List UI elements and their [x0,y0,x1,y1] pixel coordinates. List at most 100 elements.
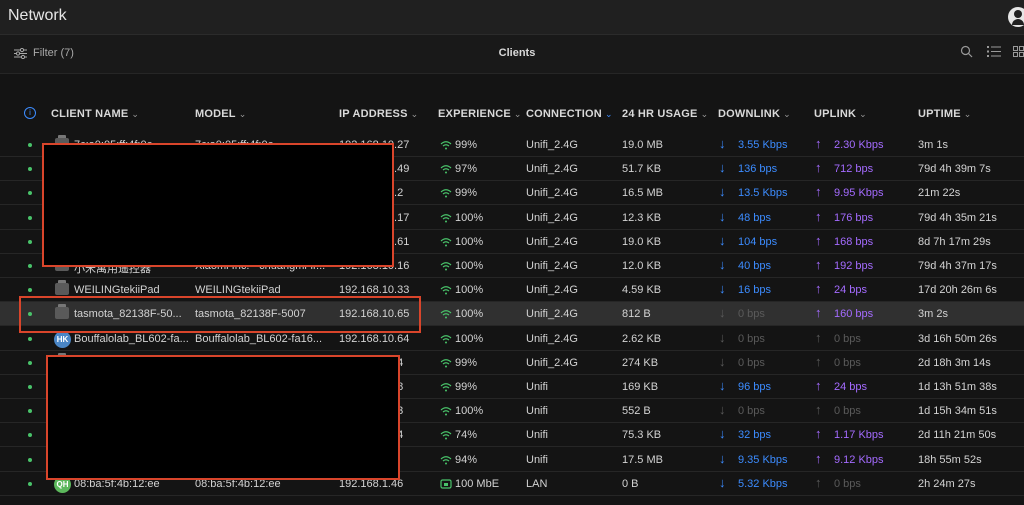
client-connection: Unifi [526,405,549,418]
uplink-arrow-icon: ↑ [815,474,822,490]
column-header-ip-address[interactable]: IP ADDRESS ⌄ [339,108,418,120]
client-connection: Unifi_2.4G [526,260,578,272]
column-header-label: CLIENT NAME [51,108,129,120]
client-experience: 100% [455,308,484,321]
client-downlink: 0 bps [738,308,765,321]
client-uplink: 176 bps [834,211,874,224]
client-uplink: 0 bps [834,477,861,490]
top-bar: Network [0,0,1024,35]
chevron-down-icon: ⌄ [700,109,709,119]
column-header-24-hr-usage[interactable]: 24 HR USAGE ⌄ [622,108,708,120]
client-downlink: 0 bps [738,405,765,418]
client-24hr-usage: 0 B [622,477,639,490]
client-uptime: 3m 2s [918,308,948,321]
column-header-connection[interactable]: CONNECTION ⌄ [526,108,613,120]
wifi-icon [440,141,452,150]
column-header-experience[interactable]: EXPERIENCE ⌄ [438,108,522,120]
client-ip-address: 192.168.10.64 [339,332,410,345]
client-uplink: 168 bps [834,235,874,248]
chevron-down-icon: ⌄ [238,109,247,119]
search-icon[interactable] [960,45,973,58]
client-experience: 74% [455,429,478,442]
online-status-dot [28,264,32,268]
client-connection: LAN [526,477,548,490]
column-header-uptime[interactable]: UPTIME ⌄ [918,108,972,120]
client-uplink: 1.17 Kbps [834,429,884,442]
client-downlink: 104 bps [738,235,778,248]
client-connection: Unifi_2.4G [526,356,578,369]
client-24hr-usage: 19.0 MB [622,139,663,151]
column-header-client-name[interactable]: CLIENT NAME ⌄ [51,108,139,120]
client-downlink: 96 bps [738,381,772,393]
client-downlink: 136 bps [738,163,778,176]
client-uplink: 24 bps [834,381,868,393]
client-24hr-usage: 552 B [622,405,651,418]
client-experience: 99% [455,356,478,369]
downlink-arrow-icon: ↓ [719,232,726,248]
client-uplink: 9.95 Kbps [834,187,884,200]
client-uplink: 192 bps [834,260,874,272]
client-downlink: 13.5 Kbps [738,187,788,200]
client-connection: Unifi_2.4G [526,308,578,321]
device-icon [55,280,69,296]
client-uplink: 0 bps [834,405,861,418]
client-experience: 99% [455,187,478,200]
client-downlink: 5.32 Kbps [738,477,788,490]
client-24hr-usage: 274 KB [622,356,659,369]
column-header-model[interactable]: MODEL ⌄ [195,108,246,120]
client-downlink: 16 bps [738,284,772,297]
view-title: Clients [498,47,536,59]
chevron-down-icon: ⌄ [783,109,791,119]
column-header-uplink[interactable]: UPLINK ⌄ [814,108,867,120]
app-title: Network [8,7,67,24]
grid-view-icon[interactable] [1013,45,1024,58]
wifi-icon [440,189,452,198]
wifi-icon [440,310,452,319]
client-24hr-usage: 51.7 KB [622,163,662,176]
client-24hr-usage: 2.62 KB [622,332,662,345]
client-uplink: 0 bps [834,356,861,369]
client-uplink: 2.30 Kbps [834,139,884,151]
column-header-label: UPLINK [814,108,857,120]
column-header-downlink[interactable]: DOWNLINK ⌄ [718,108,791,120]
client-experience: 99% [455,381,478,393]
client-connection: Unifi [526,381,549,393]
client-connection: Unifi_2.4G [526,284,578,297]
client-uplink: 9.12 Kbps [834,453,884,466]
client-experience: 97% [455,163,478,176]
client-badge-icon: HK [54,330,71,348]
chevron-down-icon: ⌄ [513,109,522,119]
client-experience: 94% [455,453,478,466]
client-uptime: 17d 20h 26m 6s [918,284,997,297]
chevron-down-icon: ⌄ [859,109,867,119]
client-uplink: 160 bps [834,308,874,321]
chevron-down-icon: ⌄ [131,109,140,119]
redaction-box [46,355,400,480]
client-experience: 100% [455,284,484,297]
column-header-label: CONNECTION [526,108,602,120]
client-uptime: 79d 4h 39m 7s [918,163,991,176]
wifi-icon [440,431,452,440]
client-24hr-usage: 812 B [622,308,651,321]
client-uplink: 24 bps [834,284,868,297]
online-status-dot [28,336,32,341]
downlink-arrow-icon: ↓ [719,426,726,442]
client-downlink: 40 bps [738,260,772,272]
list-view-icon[interactable] [987,45,1001,58]
client-uptime: 3d 16h 50m 26s [918,332,997,345]
user-avatar-icon[interactable] [1008,7,1024,27]
uplink-arrow-icon: ↑ [815,208,822,224]
client-uplink: 712 bps [834,163,874,176]
client-connection: Unifi_2.4G [526,211,578,224]
online-status-dot [28,215,32,220]
wifi-icon [440,334,452,344]
downlink-arrow-icon: ↓ [719,208,726,224]
client-24hr-usage: 17.5 MB [622,453,663,466]
uplink-arrow-icon: ↑ [815,305,822,321]
client-experience: 100% [455,235,484,248]
client-connection: Unifi [526,453,549,466]
online-status-dot [28,167,32,172]
client-24hr-usage: 75.3 KB [622,429,662,442]
client-connection: Unifi_2.4G [526,163,578,176]
client-uptime: 79d 4h 35m 21s [918,211,997,224]
